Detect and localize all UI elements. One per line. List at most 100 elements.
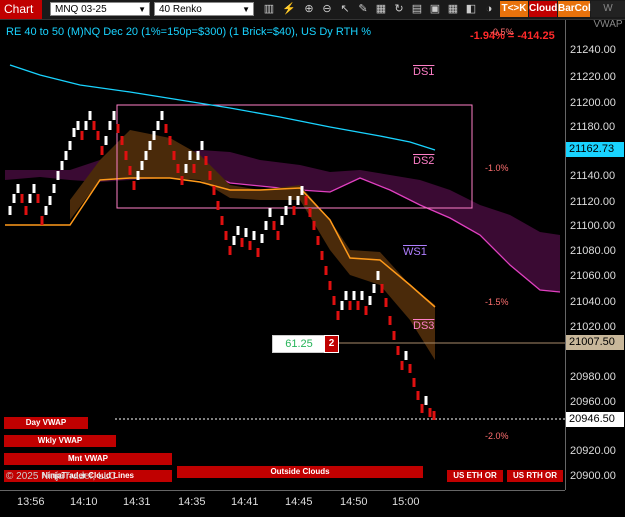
wkly-vwap-button[interactable]: Wkly VWAP xyxy=(4,435,116,447)
bar-type-value: 40 Renko xyxy=(159,4,202,15)
y-tick: 21200.00 xyxy=(570,97,616,109)
renko-brick xyxy=(60,161,64,170)
renko-brick xyxy=(16,184,20,193)
renko-brick xyxy=(12,194,16,203)
renko-brick xyxy=(136,171,140,180)
us-eth-or-button[interactable]: US ETH OR xyxy=(447,470,503,482)
mnt-vwap-button[interactable]: Mnt VWAP xyxy=(4,453,172,465)
camera-icon[interactable]: ▣ xyxy=(428,2,442,16)
pencil-icon[interactable]: ✎ xyxy=(356,2,370,16)
renko-brick xyxy=(408,364,412,373)
x-tick: 14:35 xyxy=(178,496,206,508)
renko-brick xyxy=(324,266,328,275)
renko-brick xyxy=(396,346,400,355)
grid-icon[interactable]: ▦ xyxy=(374,2,388,16)
time-axis[interactable]: 13:56 14:10 14:31 14:35 14:41 14:45 14:5… xyxy=(0,490,565,517)
renko-brick xyxy=(380,284,384,293)
strategy-icon[interactable]: ◧ xyxy=(464,2,478,16)
renko-brick xyxy=(164,124,168,133)
instrument-selector[interactable]: MNQ 03-25 ▼ xyxy=(50,2,150,16)
renko-brick xyxy=(232,236,236,245)
outside-clouds-button[interactable]: Outside Clouds xyxy=(177,466,423,478)
cloud-button[interactable]: Cloud xyxy=(529,1,557,17)
renko-brick xyxy=(360,291,364,300)
zoom-out-icon[interactable]: ⊖ xyxy=(320,2,334,16)
renko-brick xyxy=(76,121,80,130)
renko-brick xyxy=(112,111,116,120)
calendar-icon[interactable]: ▦ xyxy=(446,2,460,16)
order-price-box[interactable]: 61.25 xyxy=(272,335,326,353)
renko-brick xyxy=(24,206,28,215)
us-rth-or-button[interactable]: US RTH OR xyxy=(507,470,563,482)
chart-tab[interactable]: Chart xyxy=(0,0,42,19)
price-axis[interactable]: 21240.00 21220.00 21200.00 21180.00 2114… xyxy=(565,20,625,490)
renko-brick xyxy=(376,271,380,280)
renko-brick xyxy=(276,231,280,240)
renko-brick xyxy=(160,111,164,120)
renko-brick xyxy=(196,151,200,160)
order-qty-box[interactable]: 2 xyxy=(324,335,339,353)
pct-label-1: -1.0% xyxy=(485,163,509,173)
renko-brick xyxy=(188,151,192,160)
y-tick: 21080.00 xyxy=(570,245,616,257)
level-ds3: DS3 xyxy=(413,320,435,332)
renko-brick xyxy=(416,391,420,400)
wand-icon[interactable]: ⚡ xyxy=(282,2,296,16)
renko-brick xyxy=(80,131,84,140)
renko-brick xyxy=(252,231,256,240)
renko-brick xyxy=(200,141,204,150)
w-vwap-button[interactable]: W VWAP xyxy=(591,1,625,30)
renko-brick xyxy=(432,411,436,420)
last-price-label: 20946.50 xyxy=(566,412,624,427)
renko-brick xyxy=(240,238,244,247)
renko-brick xyxy=(272,221,276,230)
renko-brick xyxy=(152,131,156,140)
user-icon[interactable]: ◑ xyxy=(482,2,496,16)
y-tick: 21040.00 xyxy=(570,296,616,308)
cyan-average-line xyxy=(9,64,436,151)
renko-brick xyxy=(192,164,196,173)
y-tick: 21100.00 xyxy=(570,220,616,232)
renko-brick xyxy=(264,221,268,230)
renko-brick xyxy=(428,408,432,417)
renko-brick xyxy=(328,281,332,290)
chevron-down-icon: ▼ xyxy=(242,5,250,14)
renko-brick xyxy=(412,378,416,387)
renko-brick xyxy=(268,208,272,217)
day-vwap-button[interactable]: Day VWAP xyxy=(4,417,88,429)
copyright-notice: © 2025 NinjaTrader, LLC xyxy=(6,471,117,482)
chart-toolbar: Chart MNQ 03-25 ▼ 40 Renko ▼ ▥ ⚡ ⊕ ⊖ ↖ ✎ ▦… xyxy=(0,0,625,30)
cursor-icon[interactable]: ↖ xyxy=(338,2,352,16)
renko-brick xyxy=(212,186,216,195)
renko-brick xyxy=(404,351,408,360)
renko-brick xyxy=(176,164,180,173)
renko-brick xyxy=(400,361,404,370)
renko-brick xyxy=(248,241,252,250)
renko-brick xyxy=(104,136,108,145)
renko-brick xyxy=(44,206,48,215)
bar-type-selector[interactable]: 40 Renko ▼ xyxy=(154,2,254,16)
renko-brick xyxy=(124,151,128,160)
tk-button[interactable]: T<>K xyxy=(500,1,528,17)
renko-brick xyxy=(140,161,144,170)
x-tick: 14:31 xyxy=(123,496,151,508)
refresh-icon[interactable]: ↻ xyxy=(392,2,406,16)
renko-brick xyxy=(420,404,424,413)
renko-brick xyxy=(336,311,340,320)
y-tick: 21220.00 xyxy=(570,71,616,83)
bars-icon[interactable]: ▥ xyxy=(262,2,276,16)
y-tick: 21120.00 xyxy=(570,196,616,208)
barcol-button[interactable]: BarCol xyxy=(558,1,591,17)
renko-brick xyxy=(120,136,124,145)
renko-brick xyxy=(312,221,316,230)
renko-brick xyxy=(332,296,336,305)
renko-brick xyxy=(92,121,96,130)
renko-brick xyxy=(56,171,60,180)
renko-brick xyxy=(96,131,100,140)
renko-brick xyxy=(148,141,152,150)
order-price-label: 21007.50 xyxy=(566,335,624,350)
renko-brick xyxy=(388,316,392,325)
layers-icon[interactable]: ▤ xyxy=(410,2,424,16)
zoom-in-icon[interactable]: ⊕ xyxy=(302,2,316,16)
renko-brick xyxy=(424,396,428,405)
